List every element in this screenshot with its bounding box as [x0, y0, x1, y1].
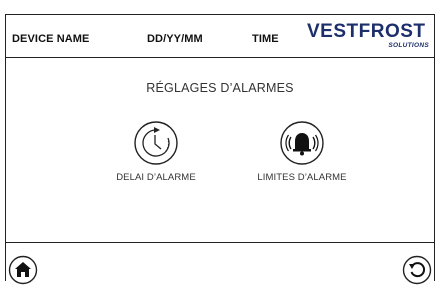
device-screen: DEVICE NAME DD/YY/MM TIME VESTFROST SOLU… — [5, 14, 435, 285]
alarm-limits-label: LIMITES D’ALARME — [257, 172, 347, 183]
alarm-limits-button[interactable]: LIMITES D’ALARME — [237, 120, 367, 183]
device-name-label: DEVICE NAME — [12, 33, 90, 45]
clock-timer-icon — [134, 121, 178, 165]
bottom-bar — [6, 242, 434, 285]
logo-text: VESTFROST — [307, 21, 426, 42]
top-bar: DEVICE NAME DD/YY/MM TIME VESTFROST SOLU… — [6, 15, 434, 58]
time-label: TIME — [252, 33, 279, 45]
date-label: DD/YY/MM — [147, 33, 203, 45]
page-title: RÉGLAGES D’ALARMES — [146, 81, 294, 95]
alarm-bell-icon — [280, 121, 324, 165]
logo-subtext: SOLUTIONS — [388, 42, 429, 49]
vestfrost-logo: VESTFROST SOLUTIONS — [307, 21, 431, 55]
alarm-delay-button[interactable]: DELAI D’ALARME — [91, 120, 221, 183]
alarm-delay-label: DELAI D’ALARME — [116, 172, 196, 183]
